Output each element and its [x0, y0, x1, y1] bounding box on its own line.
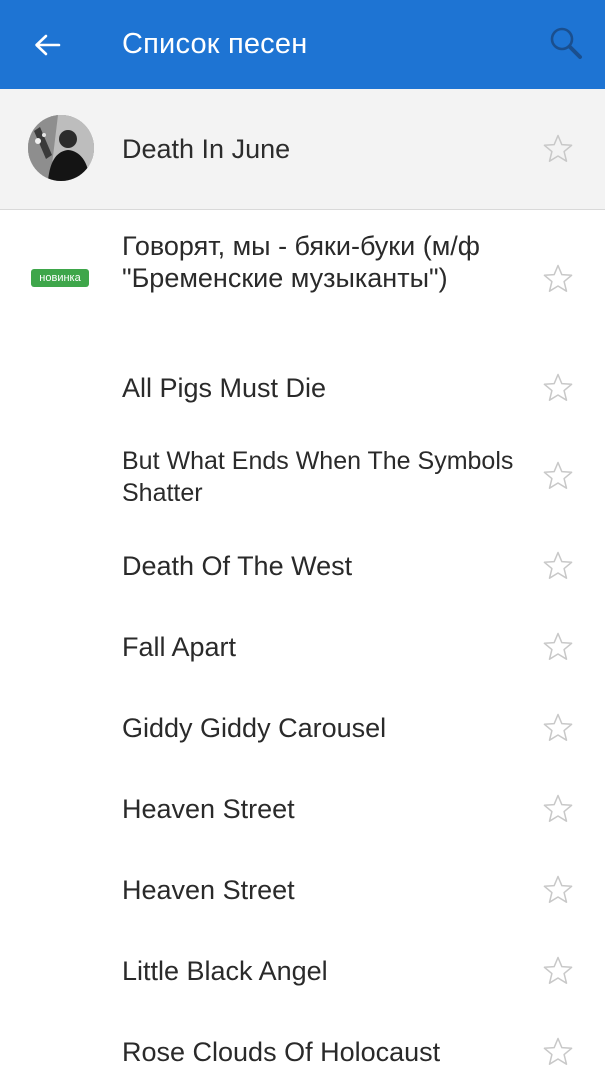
back-button[interactable] — [22, 20, 72, 70]
song-title: Heaven Street — [122, 875, 295, 905]
favorite-star-icon[interactable] — [542, 631, 574, 663]
song-title: Rose Clouds Of Holocaust — [122, 1037, 441, 1067]
song-row[interactable]: Little Black Angel — [0, 942, 605, 1023]
app-bar: Список песен — [0, 0, 605, 89]
song-row[interactable]: All Pigs Must Die — [0, 345, 605, 425]
favorite-star-icon[interactable] — [542, 460, 574, 492]
favorite-star-icon[interactable] — [542, 712, 574, 744]
favorite-star-icon[interactable] — [542, 263, 574, 295]
song-row[interactable]: новинка Говорят, мы - бяки-буки (м/ф "Бр… — [0, 210, 605, 345]
song-row[interactable]: Fall Apart — [0, 618, 605, 699]
song-row[interactable]: But What Ends When The Symbols Shatter — [0, 425, 605, 537]
song-title: Giddy Giddy Carousel — [122, 713, 387, 743]
favorite-star-icon[interactable] — [542, 372, 574, 404]
search-icon — [550, 27, 582, 59]
song-row[interactable]: Heaven Street — [0, 780, 605, 861]
page-title: Список песен — [122, 28, 308, 60]
favorite-star-icon[interactable] — [542, 874, 574, 906]
song-row[interactable]: Rose Clouds Of Holocaust — [0, 1023, 605, 1080]
arrow-left-icon — [35, 34, 61, 56]
new-badge: новинка — [31, 269, 89, 287]
song-title: Heaven Street — [122, 794, 295, 824]
song-row[interactable]: Heaven Street — [0, 861, 605, 942]
song-row[interactable]: Giddy Giddy Carousel — [0, 699, 605, 780]
artist-name: Death In June — [122, 134, 291, 164]
song-title: All Pigs Must Die — [122, 373, 327, 403]
artist-avatar — [28, 115, 94, 181]
favorite-star-icon[interactable] — [542, 955, 574, 987]
favorite-star-icon[interactable] — [542, 133, 574, 165]
favorite-star-icon[interactable] — [542, 1036, 574, 1068]
song-row[interactable]: Death Of The West — [0, 537, 605, 618]
favorite-star-icon[interactable] — [542, 550, 574, 582]
song-title: Говорят, мы - бяки-буки (м/ф "Бременские… — [122, 231, 480, 293]
favorite-star-icon[interactable] — [542, 793, 574, 825]
search-button[interactable] — [541, 18, 591, 68]
song-title: Little Black Angel — [122, 956, 328, 986]
song-title: Death Of The West — [122, 551, 353, 581]
artist-row[interactable]: Death In June — [0, 89, 605, 210]
song-title: But What Ends When The Symbols Shatter — [122, 447, 514, 507]
song-title: Fall Apart — [122, 632, 237, 662]
